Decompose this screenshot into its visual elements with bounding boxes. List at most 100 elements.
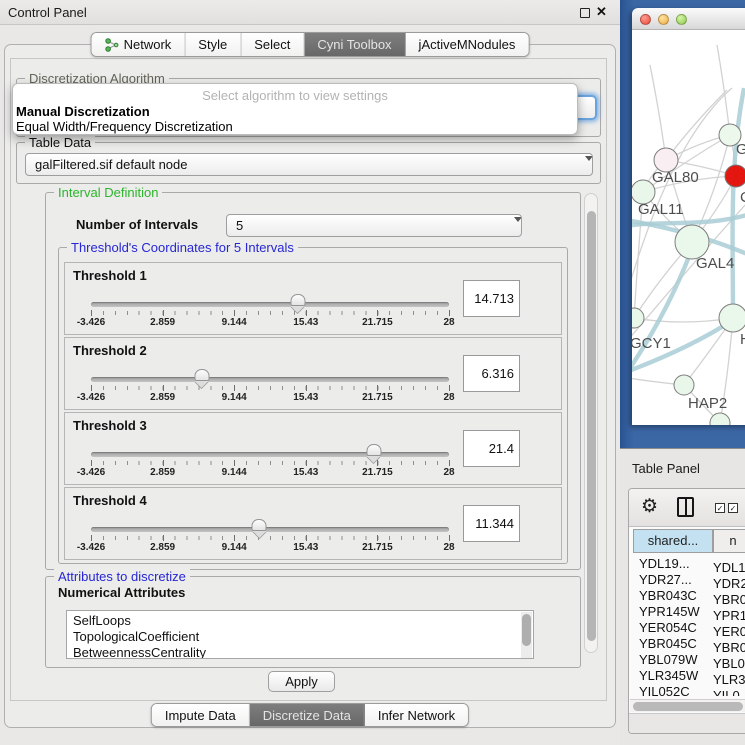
tab-impute-data[interactable]: Impute Data <box>152 704 250 726</box>
tab-network[interactable]: Network <box>92 33 186 56</box>
column-header-name[interactable]: n <box>713 529 745 553</box>
table-data-selected-value: galFiltered.sif default node <box>35 157 187 172</box>
cell: YIL0 <box>713 688 740 696</box>
table-footer <box>629 713 745 734</box>
network-node-label: GAL80 <box>652 169 699 186</box>
table-row[interactable]: YDL19...YDL1 <box>629 556 745 572</box>
table-window: ⚙ ✓ ✓ shared... n YDL19...YDL1 YDR27...Y… <box>628 488 745 734</box>
table-data-combobox[interactable]: galFiltered.sif default node <box>25 153 593 176</box>
tick-label: 21.715 <box>362 317 393 328</box>
slider-track[interactable] <box>91 302 449 307</box>
slider-track[interactable] <box>91 377 449 382</box>
tab-discretize-data[interactable]: Discretize Data <box>250 704 365 726</box>
tick-label: -3.426 <box>77 392 105 403</box>
algorithm-dropdown-popup: Select algorithm to view settings Manual… <box>12 83 578 135</box>
table-row[interactable]: YER054CYER0 <box>629 620 745 636</box>
threshold-4-slider: -3.426 2.859 9.144 15.43 21.715 28 <box>91 519 449 557</box>
algorithm-option-manual[interactable]: Manual Discretization <box>16 104 150 119</box>
tab-infer-network[interactable]: Infer Network <box>365 704 468 726</box>
slider-thumb[interactable] <box>194 369 209 381</box>
tab-select-label: Select <box>254 37 290 52</box>
threshold-1-slider: -3.426 2.859 9.144 15.43 21.715 28 <box>91 294 449 332</box>
table-rows: YDL19...YDL1 YDR27...YDR2 YBR043CYBR0 YP… <box>629 556 745 696</box>
tab-jactivemnodules[interactable]: jActiveMNodules <box>406 33 529 56</box>
tick-label: 21.715 <box>362 467 393 478</box>
columns-icon[interactable] <box>677 497 694 517</box>
slider-minor-ticks <box>91 386 449 390</box>
list-scrollbar[interactable] <box>521 612 532 658</box>
threshold-3-panel: Threshold 3 -3.426 2.859 9.144 15.43 21.… <box>64 412 562 485</box>
gear-icon[interactable]: ⚙ <box>641 495 658 518</box>
table-horizontal-scrollbar[interactable] <box>630 699 745 712</box>
numerical-attributes-list[interactable]: SelfLoops TopologicalCoefficient Between… <box>66 610 534 659</box>
threshold-1-value-field[interactable]: 14.713 <box>463 280 520 317</box>
apply-button[interactable]: Apply <box>268 671 335 692</box>
table-row[interactable]: YLR345WYLR3 <box>629 668 745 684</box>
minimize-traffic-light-icon[interactable] <box>658 14 669 25</box>
numerical-attributes-label: Numerical Attributes <box>58 585 185 600</box>
cell: YER054C <box>639 620 713 636</box>
float-window-icon[interactable] <box>580 8 590 18</box>
combo-spinner-icon <box>506 219 514 237</box>
panel-scrollbar[interactable] <box>584 193 598 653</box>
node-hap2[interactable] <box>674 375 694 395</box>
tab-select[interactable]: Select <box>241 33 304 56</box>
network-node-label: H <box>740 331 745 348</box>
network-canvas[interactable]: GAL80 GA C GAL11 GAL4 GCY1 H HAP2 <box>632 30 745 425</box>
tick-label: 28 <box>443 317 454 328</box>
list-item[interactable]: TopologicalCoefficient <box>67 629 533 645</box>
tick-label: 28 <box>443 392 454 403</box>
close-traffic-light-icon[interactable] <box>640 14 651 25</box>
table-row[interactable]: YBL079WYBL0 <box>629 652 745 668</box>
checkbox-icon[interactable]: ✓ <box>715 503 725 513</box>
tick-label: 9.144 <box>222 467 247 478</box>
tick-label: 15.43 <box>293 542 318 553</box>
cell: YIL052C <box>639 684 713 696</box>
control-panel-title: Control Panel <box>8 5 87 20</box>
list-item[interactable]: SelfLoops <box>67 613 533 629</box>
checkbox-icon[interactable]: ✓ <box>728 503 738 513</box>
list-scrollbar-thumb[interactable] <box>522 614 531 646</box>
threshold-4-value-field[interactable]: 11.344 <box>463 505 520 542</box>
algorithm-placeholder-option: Select algorithm to view settings <box>13 88 577 103</box>
panel-scrollbar-thumb[interactable] <box>587 211 596 641</box>
tick-label: 28 <box>443 467 454 478</box>
table-row[interactable]: YBR043CYBR0 <box>629 588 745 604</box>
algorithm-option-equal-width[interactable]: Equal Width/Frequency Discretization <box>16 119 233 134</box>
interval-definition-group-title: Interval Definition <box>54 185 162 200</box>
threshold-2-value-field[interactable]: 6.316 <box>463 355 520 392</box>
node-right[interactable] <box>719 304 745 332</box>
cell: YLR345W <box>639 668 713 684</box>
tick-label: 9.144 <box>222 542 247 553</box>
table-row[interactable]: YBR045CYBR0 <box>629 636 745 652</box>
node-gcy1[interactable] <box>632 308 644 328</box>
slider-track[interactable] <box>91 452 449 457</box>
node-gal4[interactable] <box>675 225 709 259</box>
slider-thumb[interactable] <box>366 444 381 456</box>
tick-label: 2.859 <box>150 392 175 403</box>
threshold-2-panel: Threshold 2 -3.426 2.859 9.144 15.43 21.… <box>64 337 562 410</box>
number-of-intervals-combobox[interactable]: 5 <box>226 214 522 237</box>
slider-thumb[interactable] <box>290 294 305 306</box>
table-horizontal-scrollbar-thumb[interactable] <box>633 702 743 711</box>
threshold-1-label: Threshold 1 <box>73 268 147 283</box>
zoom-traffic-light-icon[interactable] <box>676 14 687 25</box>
tick-label: -3.426 <box>77 467 105 478</box>
node-red-selected[interactable] <box>725 165 745 187</box>
column-header-shared-name[interactable]: shared... <box>633 529 713 553</box>
table-row[interactable]: YIL052CYIL0 <box>629 684 745 696</box>
threshold-3-value-field[interactable]: 21.4 <box>463 430 520 467</box>
thresholds-group-title: Threshold's Coordinates for 5 Intervals <box>67 240 298 255</box>
tab-style[interactable]: Style <box>185 33 241 56</box>
close-icon[interactable]: ✕ <box>596 4 607 20</box>
table-row[interactable]: YPR145WYPR1 <box>629 604 745 620</box>
tick-label: 28 <box>443 542 454 553</box>
table-row[interactable]: YDR27...YDR2 <box>629 572 745 588</box>
list-item[interactable]: BetweennessCentrality <box>67 645 533 659</box>
slider-thumb[interactable] <box>252 519 267 531</box>
tab-style-label: Style <box>198 37 227 52</box>
table-header: shared... n <box>629 529 745 553</box>
tab-cyni-toolbox[interactable]: Cyni Toolbox <box>304 33 405 56</box>
slider-track[interactable] <box>91 527 449 532</box>
network-icon <box>105 38 119 52</box>
